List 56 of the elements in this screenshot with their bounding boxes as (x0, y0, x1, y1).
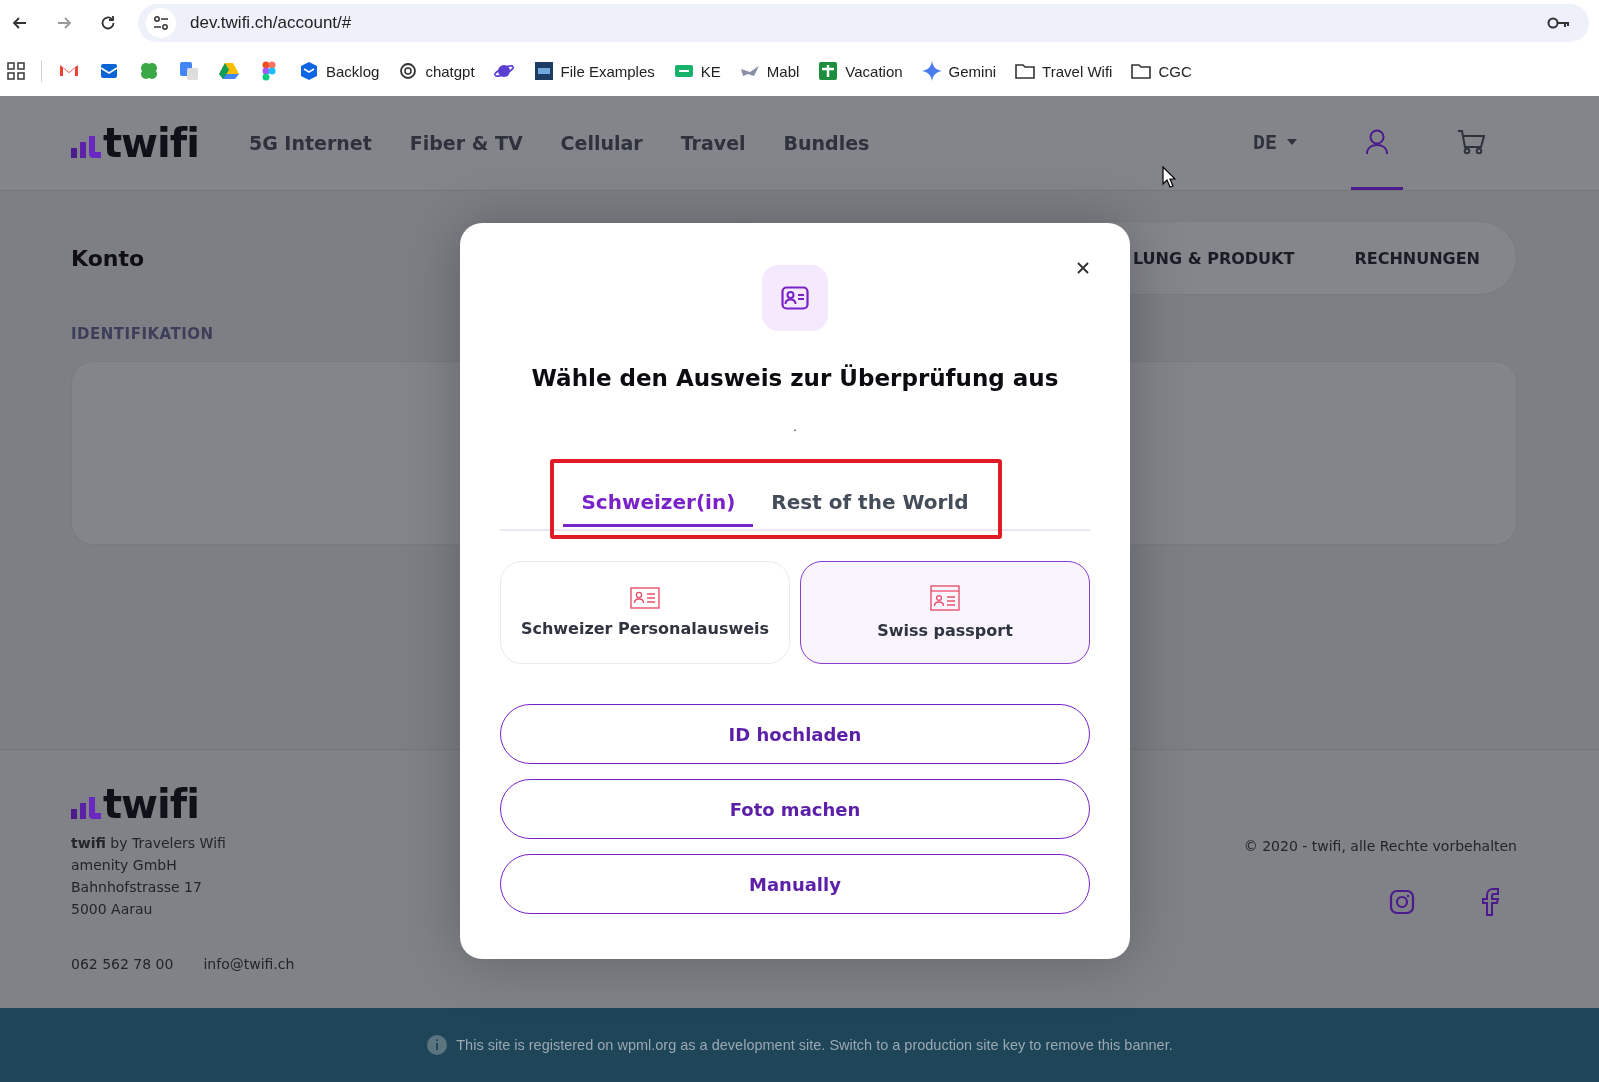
logo-text[interactable]: twifi (103, 786, 199, 822)
section-heading: IDENTIFIKATION (71, 325, 215, 343)
banner-text: This site is registered on wpml.org as a development site. Switch to a production site key to remove this banner. (456, 1037, 1173, 1053)
copyright-text: © 2020 - twifi, alle Rechte vorbehalten (1243, 838, 1517, 854)
instagram-icon[interactable] (1389, 889, 1415, 915)
id-card-icon (630, 587, 660, 609)
url-text: dev.twifi.ch/account/# (190, 13, 353, 33)
address-line: twifi by Travelers Wifi (71, 834, 227, 853)
address-bar[interactable]: dev.twifi.ch/account/# (138, 4, 1589, 42)
dialog-title: Wähle den Ausweis zur Überprüfung aus (531, 365, 1059, 391)
mouse-cursor-icon (1162, 166, 1176, 188)
caret-icon (1287, 138, 1297, 145)
action-button[interactable]: Foto machen (500, 779, 1090, 839)
tab[interactable]: Schweizer(in) (563, 490, 754, 527)
bookmark[interactable]: Vacation (817, 60, 903, 82)
logo-text[interactable]: twifi (103, 125, 199, 161)
email-link[interactable]: info@twifi.ch (203, 956, 295, 972)
cube-icon (298, 60, 320, 82)
passport-icon (930, 585, 960, 611)
id-card-icon (762, 265, 828, 331)
signal-bars-icon (71, 797, 101, 819)
document-option[interactable]: Swiss passport (800, 561, 1090, 664)
facebook-icon[interactable] (1479, 888, 1501, 916)
document-option[interactable]: Schweizer Personalausweis (500, 561, 790, 664)
address-line: Bahnhofstrasse 17 (71, 878, 203, 897)
bookmark[interactable]: Gemini (920, 60, 997, 82)
action-button[interactable]: Manually (500, 854, 1090, 914)
site-settings-icon[interactable] (146, 8, 176, 38)
action-button[interactable]: ID hochladen (500, 704, 1090, 764)
subnav-tab[interactable]: RECHNUNGEN (1354, 248, 1480, 268)
bookmark[interactable]: Mabl (738, 60, 800, 82)
tab[interactable]: Rest of the World (753, 490, 987, 527)
key-icon[interactable] (1547, 16, 1571, 30)
triangle-icon[interactable] (218, 60, 240, 82)
signal-bars-icon (71, 136, 101, 158)
cart-icon (1457, 128, 1485, 155)
bookmark[interactable]: Backlog (298, 60, 380, 82)
phone-link[interactable]: 062 562 78 00 (71, 956, 174, 972)
info-icon (426, 1034, 449, 1056)
dialog-subtitle: . (793, 419, 797, 436)
subnav-tab[interactable]: LUNG & PRODUKT (1132, 248, 1295, 268)
close-icon (1076, 261, 1090, 275)
apps-icon[interactable] (7, 62, 25, 80)
bookmark[interactable]: Travel Wifi (1014, 60, 1113, 82)
bookmark[interactable]: chatgpt (397, 60, 475, 82)
plus-icon (817, 60, 840, 82)
bookmark[interactable]: CGC (1130, 60, 1192, 82)
bookmark[interactable]: File Examples (532, 60, 655, 82)
person-icon (1365, 128, 1389, 155)
translate-icon[interactable] (178, 60, 200, 82)
address-line: amenity GmbH (71, 856, 178, 875)
clover-icon[interactable] (138, 60, 160, 82)
address-line: 5000 Aarau (71, 900, 154, 919)
page-title: Konto (71, 245, 145, 271)
bookmark[interactable]: KE (672, 60, 721, 82)
document-icon (532, 60, 555, 82)
